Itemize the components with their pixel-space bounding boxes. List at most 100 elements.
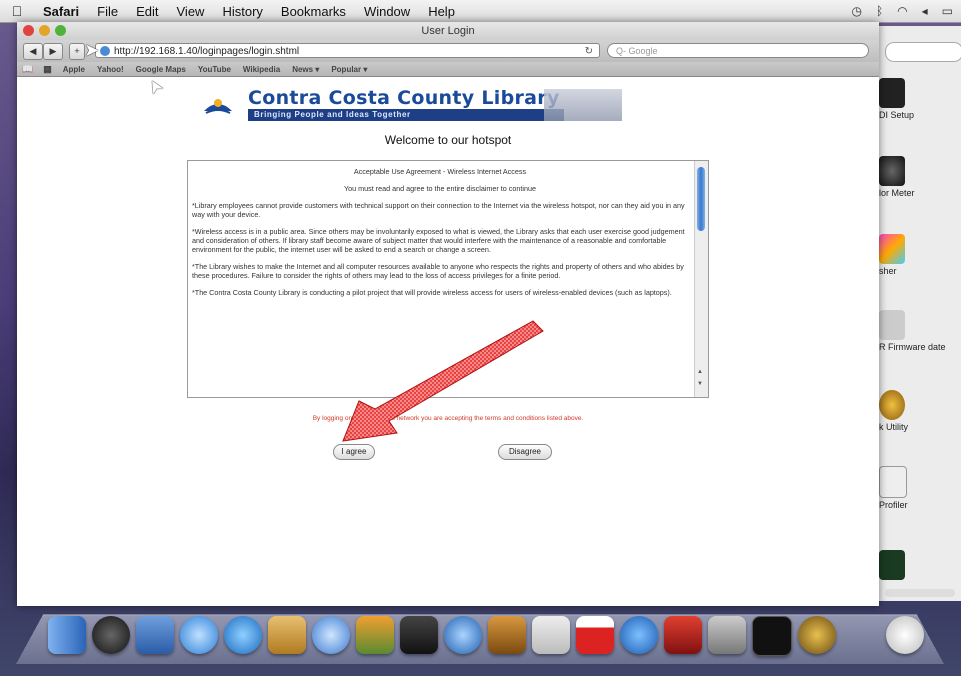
- library-name: Contra Costa County Library: [248, 87, 560, 109]
- firmware-update-icon: [879, 310, 905, 340]
- library-logo: Contra Costa County Library Bringing Peo…: [202, 87, 622, 123]
- page-content: Contra Costa County Library Bringing Peo…: [17, 77, 879, 606]
- agreement-paragraph: *Wireless access is in a public area. Si…: [192, 227, 685, 254]
- title-bar: User Login: [17, 22, 879, 40]
- photo-booth-icon[interactable]: [664, 616, 702, 654]
- utility-item[interactable]: [879, 550, 961, 582]
- library-building-image: [544, 89, 622, 121]
- mouse-cursor-icon: ➤: [84, 40, 100, 60]
- utility-item[interactable]: DI Setup: [879, 78, 961, 120]
- status-menus: ◷ ᛒ ◠ ◂ ▭: [851, 0, 953, 22]
- bookmark-google-maps[interactable]: Google Maps: [130, 65, 192, 74]
- finder-icon[interactable]: [48, 616, 86, 654]
- bluetooth-icon[interactable]: ᛒ: [876, 4, 883, 18]
- search-input[interactable]: Q- Google: [607, 43, 869, 58]
- bookmark-wikipedia[interactable]: Wikipedia: [237, 65, 286, 74]
- ichat-icon[interactable]: [224, 616, 262, 654]
- scrollbar-thumb[interactable]: [697, 167, 705, 231]
- utility-item[interactable]: sher: [879, 234, 961, 276]
- system-preferences-icon[interactable]: [708, 616, 746, 654]
- color-picker-icon: [879, 234, 905, 264]
- bookmarks-bar: 📖 ▦ Apple Yahoo! Google Maps YouTube Wik…: [17, 62, 879, 77]
- utility-item[interactable]: lor Meter: [879, 156, 961, 198]
- utility-item[interactable]: R Firmware date: [879, 310, 961, 352]
- menu-bookmarks[interactable]: Bookmarks: [272, 4, 355, 19]
- volume-icon[interactable]: ◂: [922, 4, 928, 18]
- finder-search-field[interactable]: [885, 42, 961, 62]
- bookmark-youtube[interactable]: YouTube: [192, 65, 237, 74]
- menu-bar:  Safari File Edit View History Bookmark…: [0, 0, 961, 23]
- agreement-heading: Acceptable Use Agreement - Wireless Inte…: [353, 167, 527, 176]
- grid-icon[interactable]: ▦: [38, 64, 57, 75]
- dashboard-icon[interactable]: [92, 616, 130, 654]
- ical-icon[interactable]: [576, 616, 614, 654]
- menu-history[interactable]: History: [213, 4, 271, 19]
- library-tagline: Bringing People and Ideas Together: [248, 109, 564, 121]
- forward-button[interactable]: ▶: [43, 43, 63, 60]
- safari-window: User Login ◀ ▶ + http://192.168.1.40/log…: [17, 22, 879, 606]
- menu-window[interactable]: Window: [355, 4, 419, 19]
- time-machine-icon[interactable]: ◷: [851, 4, 861, 18]
- imovie-icon[interactable]: [400, 616, 438, 654]
- agreement-text: Acceptable Use Agreement - Wireless Inte…: [192, 167, 688, 305]
- midi-setup-icon: [879, 78, 905, 108]
- window-title: User Login: [421, 25, 475, 37]
- back-button[interactable]: ◀: [23, 43, 43, 60]
- scroll-up-icon[interactable]: ▲: [697, 369, 703, 375]
- window-controls: [23, 25, 66, 36]
- iphoto-icon[interactable]: [356, 616, 394, 654]
- wifi-icon[interactable]: ◠: [897, 4, 907, 18]
- itunes-icon[interactable]: [312, 616, 350, 654]
- utility-item[interactable]: k Utility: [879, 390, 961, 432]
- menu-safari[interactable]: Safari: [34, 4, 88, 19]
- add-bookmark-button[interactable]: +: [69, 43, 85, 60]
- idvd-icon[interactable]: [444, 616, 482, 654]
- address-book-icon[interactable]: [268, 616, 306, 654]
- bookmark-apple[interactable]: Apple: [57, 65, 91, 74]
- menu-edit[interactable]: Edit: [127, 4, 167, 19]
- downloads-stack-icon[interactable]: [886, 616, 924, 654]
- library-sun-icon: [204, 99, 232, 114]
- book-icon[interactable]: 📖: [17, 64, 38, 75]
- terminal-icon[interactable]: [752, 616, 792, 656]
- agreement-subheading: You must read and agree to the entire di…: [344, 184, 536, 193]
- mail-icon[interactable]: [136, 616, 174, 654]
- globe-icon: [100, 46, 110, 56]
- agreement-paragraph: *The Contra Costa County Library is cond…: [192, 288, 672, 297]
- menu-file[interactable]: File: [88, 4, 127, 19]
- menu-view[interactable]: View: [168, 4, 214, 19]
- zoom-icon[interactable]: [55, 25, 66, 36]
- disk-utility-icon: [879, 390, 905, 420]
- agreement-paragraph: *Library employees cannot provide custom…: [192, 201, 685, 219]
- horizontal-scrollbar[interactable]: [885, 589, 955, 597]
- battery-icon[interactable]: ▭: [942, 4, 953, 18]
- pointer-arrow-overlay: [342, 320, 544, 442]
- close-icon[interactable]: [23, 25, 34, 36]
- url-text: http://192.168.1.40/loginpages/login.sht…: [114, 46, 300, 57]
- bookmark-yahoo[interactable]: Yahoo!: [91, 65, 130, 74]
- iweb-icon[interactable]: [532, 616, 570, 654]
- toolbar: ◀ ▶ + http://192.168.1.40/loginpages/log…: [17, 40, 879, 62]
- menu-help[interactable]: Help: [419, 4, 464, 19]
- garageband-icon[interactable]: [488, 616, 526, 654]
- reload-icon[interactable]: ↻: [585, 44, 593, 59]
- address-bar[interactable]: http://192.168.1.40/loginpages/login.sht…: [95, 43, 600, 58]
- scroll-down-icon[interactable]: ▼: [697, 381, 703, 387]
- vertical-scrollbar[interactable]: ▲ ▼: [694, 161, 708, 397]
- minimize-icon[interactable]: [39, 25, 50, 36]
- color-meter-icon: [879, 156, 905, 186]
- system-profiler-icon: [879, 466, 907, 498]
- dock-icons: [48, 616, 948, 666]
- agreement-paragraph: *The Library wishes to make the Internet…: [192, 262, 684, 280]
- utilities-window: DI Setup lor Meter sher R Firmware date …: [870, 26, 961, 601]
- apple-menu-icon[interactable]: : [0, 3, 34, 19]
- quicktime-icon[interactable]: [620, 616, 658, 654]
- terminal-preview-icon: [879, 550, 905, 580]
- dock-separator: [842, 616, 880, 654]
- utility-item[interactable]: Profiler: [879, 466, 961, 510]
- bookmark-news[interactable]: News ▾: [286, 65, 325, 74]
- page-title: Welcome to our hotspot: [384, 133, 512, 147]
- disk-utility-dock-icon[interactable]: [798, 616, 836, 654]
- safari-icon[interactable]: [180, 616, 218, 654]
- bookmark-popular[interactable]: Popular ▾: [325, 65, 373, 74]
